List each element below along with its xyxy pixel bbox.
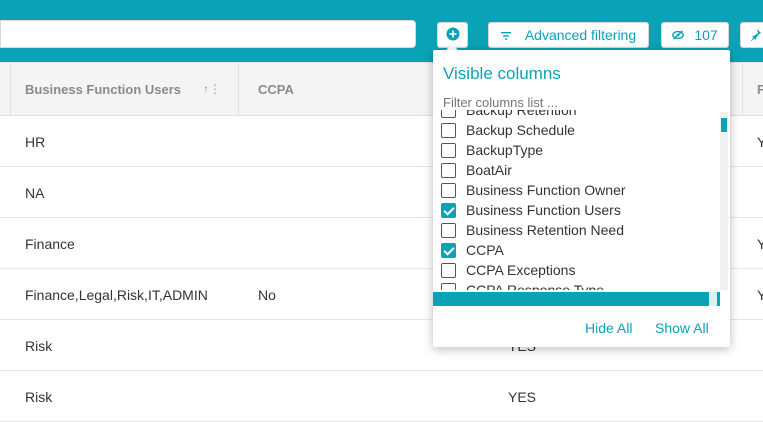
cell-users: NA: [25, 185, 45, 201]
cell-right: Y: [757, 236, 763, 252]
column-option-label: Business Function Users: [466, 202, 621, 218]
column-option[interactable]: CCPA: [441, 240, 711, 260]
visible-columns-count: 107: [694, 27, 718, 43]
column-option[interactable]: Business Function Users: [441, 200, 711, 220]
column-option-label: Backup Schedule: [466, 122, 575, 138]
advanced-filtering-label: Advanced filtering: [524, 27, 637, 43]
column-option[interactable]: BoatAir: [441, 160, 711, 180]
column-option[interactable]: Backup Schedule: [441, 120, 711, 140]
cell-ccpa: No: [258, 287, 276, 303]
cell-users: Finance: [25, 236, 75, 252]
header-partial[interactable]: F: [757, 62, 763, 116]
cell-users: Risk: [25, 389, 53, 405]
checkbox[interactable]: [441, 110, 456, 118]
checkbox[interactable]: [441, 142, 456, 158]
column-option-label: Business Retention Need: [466, 222, 624, 238]
hide-all-button[interactable]: Hide All: [585, 320, 632, 336]
cell-right: Y: [757, 134, 763, 150]
horizontal-scroll-end: [709, 292, 717, 306]
column-option-label: CCPA: [466, 242, 504, 258]
advanced-filtering-button[interactable]: Advanced filtering: [488, 22, 649, 48]
search-input[interactable]: [0, 20, 416, 48]
plus-circle-icon: [446, 27, 460, 44]
column-option-label: BoatAir: [466, 162, 512, 178]
cell-users: Finance,Legal,Risk,IT,ADMIN: [25, 287, 208, 303]
header-business-function-users[interactable]: Business Function Users: [25, 62, 181, 116]
checkbox[interactable]: [441, 282, 456, 290]
pin-icon: [751, 28, 761, 44]
checkbox[interactable]: [441, 222, 456, 238]
column-option-label: CCPA Response Type: [466, 282, 605, 290]
header-ccpa[interactable]: CCPA: [258, 62, 294, 116]
checkbox[interactable]: [441, 162, 456, 178]
checkbox-checked[interactable]: [441, 242, 456, 258]
visible-columns-popup: Visible columns Backup Retention Backup …: [433, 50, 730, 347]
table-row[interactable]: Risk YES: [0, 371, 763, 422]
visible-columns-button[interactable]: 107: [661, 22, 729, 48]
cell-users: Risk: [25, 338, 53, 354]
column-option[interactable]: BackupType: [441, 140, 711, 160]
column-option-label: Backup Retention: [466, 110, 577, 118]
column-option-label: Business Function Owner: [466, 182, 626, 198]
vertical-scroll-thumb[interactable]: [721, 118, 727, 132]
column-option[interactable]: Business Function Owner: [441, 180, 711, 200]
eye-slash-icon: [672, 27, 685, 43]
sort-asc-icon[interactable]: ↑⋮: [203, 82, 221, 96]
pin-button[interactable]: [740, 22, 763, 48]
column-option[interactable]: CCPA Exceptions: [441, 260, 711, 280]
checkbox[interactable]: [441, 122, 456, 138]
horizontal-scrollbar[interactable]: [433, 292, 720, 306]
column-option[interactable]: Backup Retention: [441, 110, 711, 120]
checkbox[interactable]: [441, 182, 456, 198]
column-separator: [742, 62, 743, 116]
column-option-label: CCPA Exceptions: [466, 262, 576, 278]
cell-users: HR: [25, 134, 46, 150]
column-options-list[interactable]: Backup Retention Backup Schedule BackupT…: [441, 110, 717, 290]
cell-col3: YES: [508, 389, 537, 405]
column-option-label: BackupType: [466, 142, 544, 158]
show-all-button[interactable]: Show All: [655, 320, 709, 336]
popup-title: Visible columns: [443, 64, 561, 83]
filter-icon: [500, 27, 511, 43]
column-separator: [10, 62, 11, 116]
checkbox-checked[interactable]: [441, 202, 456, 218]
checkbox[interactable]: [441, 262, 456, 278]
filter-columns-input[interactable]: [443, 94, 713, 110]
vertical-scrollbar[interactable]: [720, 112, 728, 290]
column-separator: [238, 62, 239, 116]
column-option[interactable]: CCPA Response Type: [441, 280, 711, 290]
cell-right: Y: [757, 287, 763, 303]
column-option[interactable]: Business Retention Need: [441, 220, 711, 240]
